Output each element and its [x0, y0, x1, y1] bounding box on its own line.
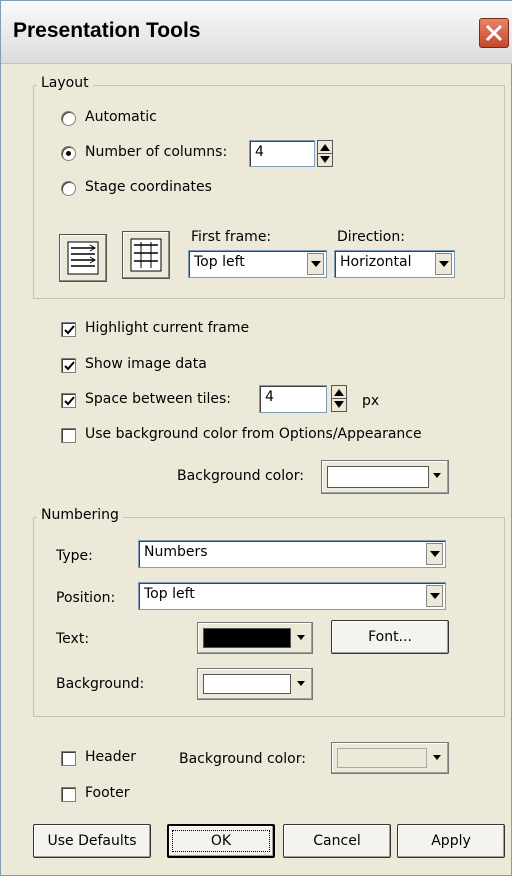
layout-rows-button[interactable]: [59, 234, 107, 282]
background-label: Background:: [56, 676, 145, 692]
checkmark-icon: [64, 396, 75, 406]
direction-label: Direction:: [337, 229, 405, 245]
space-unit: px: [362, 393, 380, 409]
radio-stage-label[interactable]: Stage coordinates: [85, 179, 212, 195]
numbering-legend: Numbering: [37, 507, 123, 523]
type-label: Type:: [56, 548, 93, 564]
font-button[interactable]: Font...: [331, 620, 449, 654]
type-select[interactable]: Numbers: [138, 540, 446, 568]
space-input[interactable]: 4: [259, 385, 327, 413]
window-title: Presentation Tools: [13, 19, 201, 42]
text-label: Text:: [56, 631, 90, 647]
ok-button[interactable]: OK: [167, 824, 275, 858]
layout-columns-button[interactable]: [122, 231, 170, 279]
numbering-background-swatch: [203, 674, 291, 694]
radio-number-of-columns[interactable]: [61, 146, 76, 161]
position-select[interactable]: Top left: [138, 582, 446, 610]
highlight-checkbox[interactable]: [61, 322, 76, 337]
checkmark-icon: [64, 325, 75, 335]
header-checkbox[interactable]: [61, 751, 76, 766]
text-color-picker[interactable]: [197, 622, 313, 654]
columns-input[interactable]: 4: [249, 140, 315, 167]
radio-stage-coordinates[interactable]: [61, 181, 76, 196]
header-background-swatch: [337, 748, 427, 768]
checkmark-icon: [64, 361, 75, 371]
footer-checkbox[interactable]: [61, 787, 76, 802]
background-color-swatch: [327, 466, 429, 488]
use-background-checkbox[interactable]: [61, 428, 76, 443]
text-color-swatch: [203, 628, 291, 648]
space-between-tiles-label[interactable]: Space between tiles:: [85, 391, 231, 407]
radio-automatic[interactable]: [61, 111, 76, 126]
show-image-data-label[interactable]: Show image data: [85, 356, 207, 372]
header-background-color-picker[interactable]: [331, 742, 449, 774]
cancel-button[interactable]: Cancel: [283, 824, 391, 858]
layout-rows-icon: [67, 241, 99, 275]
space-between-tiles-checkbox[interactable]: [61, 393, 76, 408]
header-background-color-label: Background color:: [179, 751, 306, 767]
highlight-label[interactable]: Highlight current frame: [85, 320, 249, 336]
show-image-data-checkbox[interactable]: [61, 358, 76, 373]
radio-automatic-label[interactable]: Automatic: [85, 109, 157, 125]
dialog-window: Presentation Tools Layout Automatic Numb…: [0, 0, 512, 876]
layout-legend: Layout: [37, 75, 93, 91]
footer-label[interactable]: Footer: [85, 785, 130, 801]
position-label: Position:: [56, 590, 116, 606]
columns-stepper[interactable]: [317, 140, 333, 167]
first-frame-select[interactable]: Top left: [188, 250, 327, 278]
radio-columns-label[interactable]: Number of columns:: [85, 144, 227, 160]
background-color-label: Background color:: [177, 468, 304, 484]
numbering-background-picker[interactable]: [197, 668, 313, 700]
title-bar[interactable]: Presentation Tools: [1, 1, 512, 64]
background-color-picker[interactable]: [321, 460, 449, 494]
close-button[interactable]: [479, 18, 509, 48]
direction-select[interactable]: Horizontal: [334, 250, 455, 278]
use-defaults-button[interactable]: Use Defaults: [33, 824, 151, 858]
apply-button[interactable]: Apply: [397, 824, 505, 858]
space-stepper[interactable]: [331, 385, 347, 412]
layout-columns-icon: [130, 238, 162, 272]
first-frame-label: First frame:: [191, 229, 272, 245]
use-background-label[interactable]: Use background color from Options/Appear…: [85, 426, 422, 442]
header-label[interactable]: Header: [85, 749, 136, 765]
close-icon: [485, 24, 503, 42]
